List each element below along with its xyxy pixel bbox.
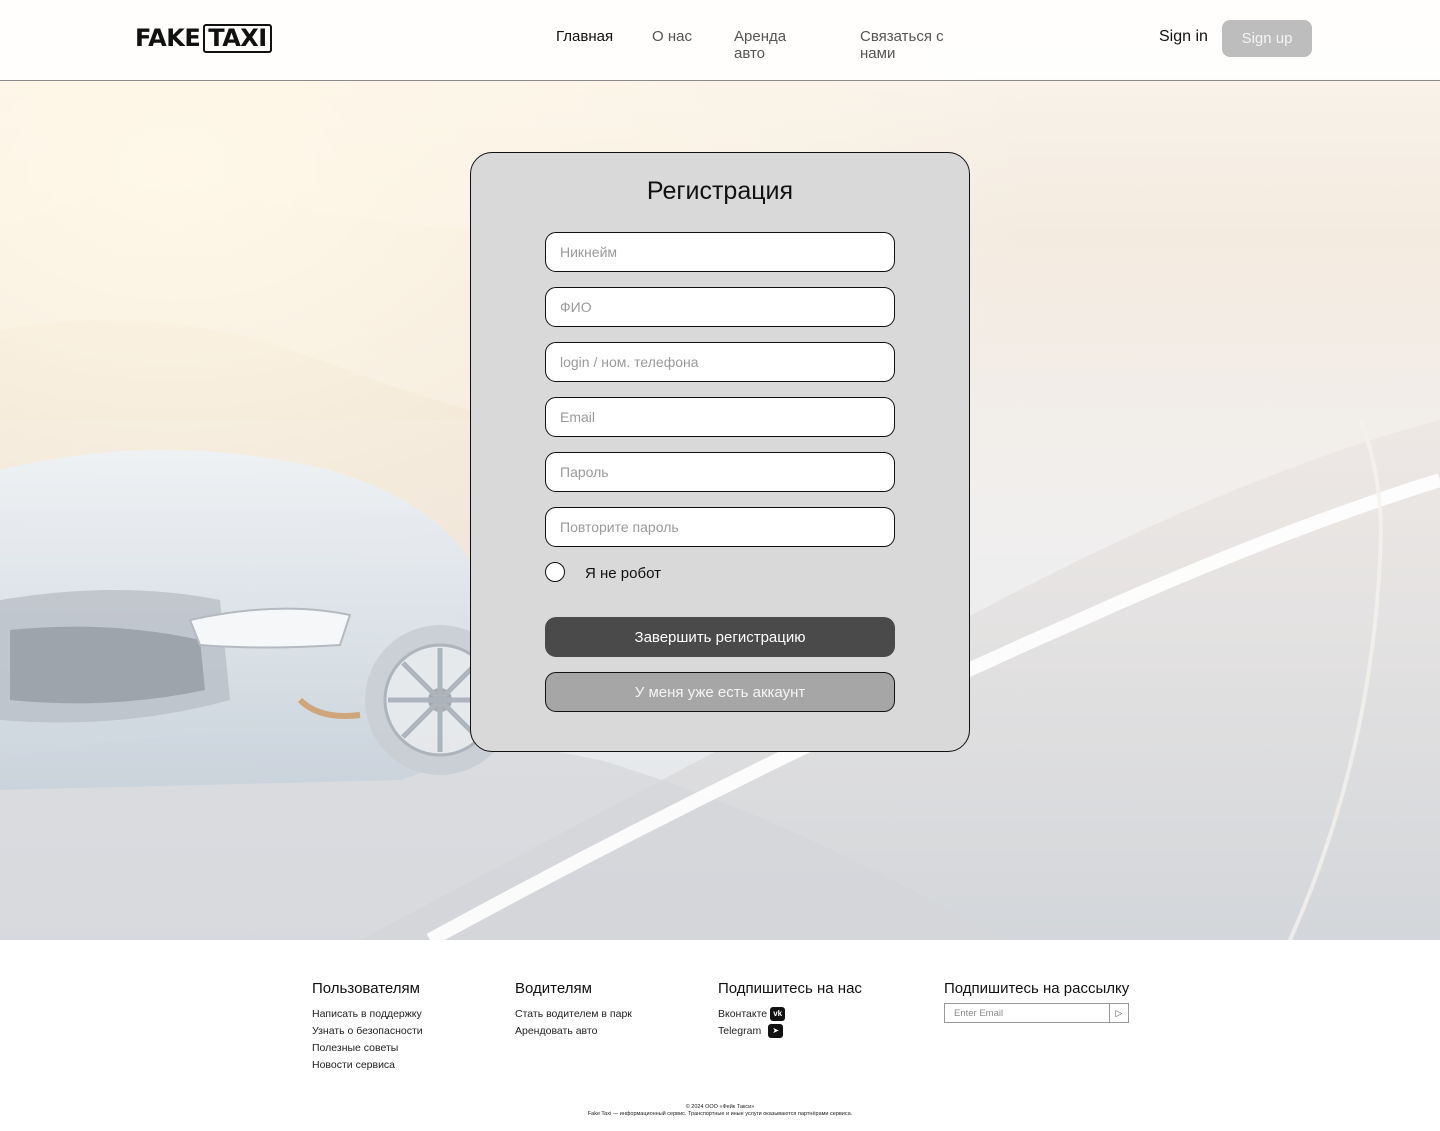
footer-link-become-driver[interactable]: Стать водителем в парк xyxy=(515,1005,632,1022)
footer-drivers-heading: Водителям xyxy=(515,980,592,997)
newsletter-email-input[interactable] xyxy=(945,1004,1109,1022)
send-icon[interactable]: ▷ xyxy=(1109,1004,1128,1022)
footer-users-heading: Пользователям xyxy=(312,980,420,997)
footer-link-rent-car[interactable]: Арендовать авто xyxy=(515,1022,632,1039)
footer-link-news[interactable]: Новости сервиса xyxy=(312,1056,423,1073)
registration-card: Регистрация Я не робот Завершить регистр… xyxy=(470,152,970,752)
registration-title: Регистрация xyxy=(646,177,794,205)
telegram-label: Telegram xyxy=(718,1024,762,1037)
logo-fake-text: FAKE xyxy=(135,24,201,52)
captcha-checkbox[interactable] xyxy=(545,562,565,582)
footer-link-support[interactable]: Написать в поддержку xyxy=(312,1005,423,1022)
site-header: FAKE TAXI Главная О нас Аренда авто Связ… xyxy=(0,0,1440,81)
repeat-password-input[interactable] xyxy=(545,507,895,547)
footer-users-column: Пользователям Написать в поддержку Узнат… xyxy=(312,980,423,1073)
vk-label: Вконтакте xyxy=(718,1007,768,1020)
copyright-line-2: Fake Taxi — информационный сервис. Транс… xyxy=(587,1111,853,1117)
nav-item-home[interactable]: Главная xyxy=(556,28,626,45)
nav-item-contact[interactable]: Связаться с нами xyxy=(860,28,960,62)
footer-link-telegram[interactable]: Telegram ➤ xyxy=(718,1022,862,1039)
sign-in-link[interactable]: Sign in xyxy=(1159,28,1208,46)
site-footer: Пользователям Написать в поддержку Узнат… xyxy=(0,940,1440,1131)
logo-taxi-text: TAXI xyxy=(203,23,272,53)
footer-link-tips[interactable]: Полезные советы xyxy=(312,1039,423,1056)
telegram-icon: ➤ xyxy=(768,1023,784,1038)
full-name-input[interactable] xyxy=(545,287,895,327)
sign-up-button[interactable]: Sign up xyxy=(1222,20,1312,57)
footer-newsletter-heading: Подпишитесь на рассылку xyxy=(944,980,1130,997)
vk-icon: vk xyxy=(770,1006,786,1021)
copyright: © 2024 ООО «Фейк Такси» Fake Taxi — инфо… xyxy=(0,1104,1440,1118)
nav-item-car-rental[interactable]: Аренда авто xyxy=(734,28,804,62)
email-input[interactable] xyxy=(545,397,895,437)
footer-link-vk[interactable]: Вконтакте vk xyxy=(718,1005,862,1022)
captcha-label: Я не робот xyxy=(585,565,661,582)
login-phone-input[interactable] xyxy=(545,342,895,382)
password-input[interactable] xyxy=(545,452,895,492)
footer-newsletter-column: Подпишитесь на рассылку xyxy=(944,980,1129,1005)
copyright-line-1: © 2024 ООО «Фейк Такси» xyxy=(685,1104,755,1110)
nav-item-about[interactable]: О нас xyxy=(652,28,712,45)
complete-registration-button[interactable]: Завершить регистрацию xyxy=(545,617,895,657)
footer-link-safety[interactable]: Узнать о безопасности xyxy=(312,1022,423,1039)
have-account-button[interactable]: У меня уже есть аккаунт xyxy=(545,672,895,712)
footer-social-column: Подпишитесь на нас Вконтакте vk Telegram… xyxy=(718,980,862,1039)
newsletter-form: ▷ xyxy=(944,1003,1129,1023)
nickname-input[interactable] xyxy=(545,232,895,272)
footer-social-heading: Подпишитесь на нас xyxy=(718,980,862,997)
footer-drivers-column: Водителям Стать водителем в парк Арендов… xyxy=(515,980,632,1039)
fake-taxi-logo[interactable]: FAKE TAXI xyxy=(135,23,272,53)
